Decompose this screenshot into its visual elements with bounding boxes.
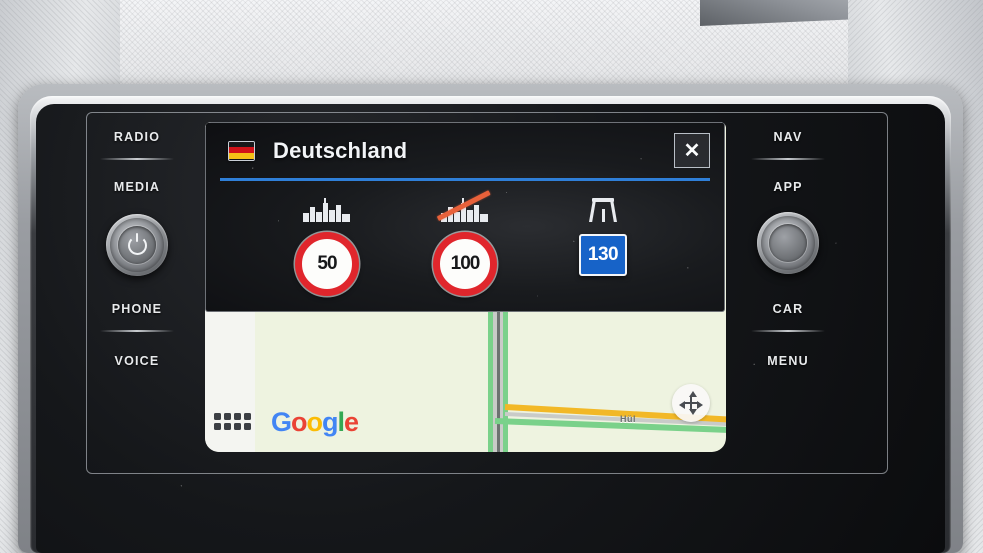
close-button[interactable]: ✕ — [674, 133, 710, 168]
google-logo-letter: o — [306, 407, 323, 437]
power-volume-knob[interactable] — [106, 214, 168, 276]
speed-limit-sign-urban[interactable]: 50 — [295, 232, 359, 296]
button-voice[interactable]: VOICE — [115, 354, 160, 368]
skyline-spire — [324, 198, 326, 203]
app-grid-dot — [244, 423, 251, 430]
skyline-building — [336, 205, 341, 222]
dialog-header: Deutschland ✕ — [206, 123, 724, 178]
skyline-building — [310, 207, 315, 222]
autobahn-icon — [588, 192, 618, 222]
app-grid-dot — [244, 413, 251, 420]
speed-limit-dialog: Deutschland ✕ 50 100 130 — [205, 122, 725, 312]
arrow-right-icon — [697, 401, 703, 409]
advisory-speed-sign-motorway[interactable]: 130 — [579, 234, 627, 276]
app-grid-dot — [224, 413, 231, 420]
screenshot-root: RADIO MEDIA PHONE VOICE NAV APP CAR MENU… — [0, 0, 983, 553]
autobahn-shape — [588, 196, 618, 222]
app-grid-icon[interactable] — [214, 413, 251, 430]
arrow-down-icon — [689, 409, 697, 415]
pan-recenter-button[interactable] — [672, 384, 710, 422]
autobahn-left-pillar — [589, 200, 596, 222]
app-grid-dot — [214, 423, 221, 430]
autobahn-right-pillar — [610, 200, 617, 222]
knob-core — [118, 226, 156, 264]
speed-limit-sign-rural[interactable]: 100 — [433, 232, 497, 296]
speed-limit-motorway[interactable]: 130 — [555, 192, 651, 276]
button-media[interactable]: MEDIA — [114, 180, 160, 194]
autobahn-center-pillar — [601, 209, 605, 222]
arrow-up-icon — [689, 391, 697, 397]
button-nav[interactable]: NAV — [773, 130, 802, 144]
bezel-separator — [100, 330, 174, 332]
city-skyline-icon — [303, 192, 351, 222]
google-logo-letter: o — [291, 407, 307, 437]
german-flag-icon — [228, 140, 255, 161]
skyline-building — [480, 214, 488, 222]
skyline-shape — [303, 198, 351, 222]
skyline-building — [329, 210, 335, 222]
skyline-building — [303, 213, 309, 222]
app-grid-dot — [234, 413, 241, 420]
skyline-building — [467, 210, 473, 222]
button-phone[interactable]: PHONE — [112, 302, 162, 316]
power-icon — [127, 232, 147, 255]
bezel-separator — [751, 158, 825, 160]
google-logo-letter: G — [271, 407, 292, 437]
google-logo-letter: g — [322, 407, 338, 437]
google-logo: Google — [271, 407, 359, 438]
arrow-left-icon — [679, 401, 685, 409]
skyline-building — [474, 205, 479, 222]
skyline-building — [342, 214, 350, 222]
speed-limit-urban[interactable]: 50 — [279, 192, 375, 296]
button-menu[interactable]: MENU — [767, 354, 809, 368]
right-button-bezel: NAV APP CAR MENU — [733, 104, 843, 504]
button-app[interactable]: APP — [773, 180, 802, 194]
dialog-title: Deutschland — [273, 137, 408, 163]
infotainment-screen[interactable]: NEDERLAND Hül — [205, 122, 726, 452]
knob-core — [769, 224, 807, 262]
button-radio[interactable]: RADIO — [114, 130, 160, 144]
skyline-shape — [436, 190, 491, 222]
skyline-building — [454, 212, 460, 222]
bezel-separator — [100, 158, 174, 160]
left-button-bezel: RADIO MEDIA PHONE VOICE — [82, 104, 192, 504]
bezel-separator — [751, 330, 825, 332]
flag-band-gold — [229, 153, 254, 160]
city-skyline-crossed-out-icon — [436, 190, 491, 222]
skyline-building — [316, 212, 322, 222]
skyline-building — [323, 203, 328, 222]
tuning-knob[interactable] — [757, 212, 819, 274]
app-grid-dot — [224, 423, 231, 430]
speed-limit-rural[interactable]: 100 — [417, 190, 513, 296]
app-grid-dot — [214, 413, 221, 420]
map-town-label: Hül — [620, 414, 636, 424]
google-logo-letter: e — [344, 407, 359, 437]
app-grid-dot — [234, 423, 241, 430]
button-car[interactable]: CAR — [773, 302, 804, 316]
speed-limit-list: 50 100 130 — [206, 178, 724, 296]
